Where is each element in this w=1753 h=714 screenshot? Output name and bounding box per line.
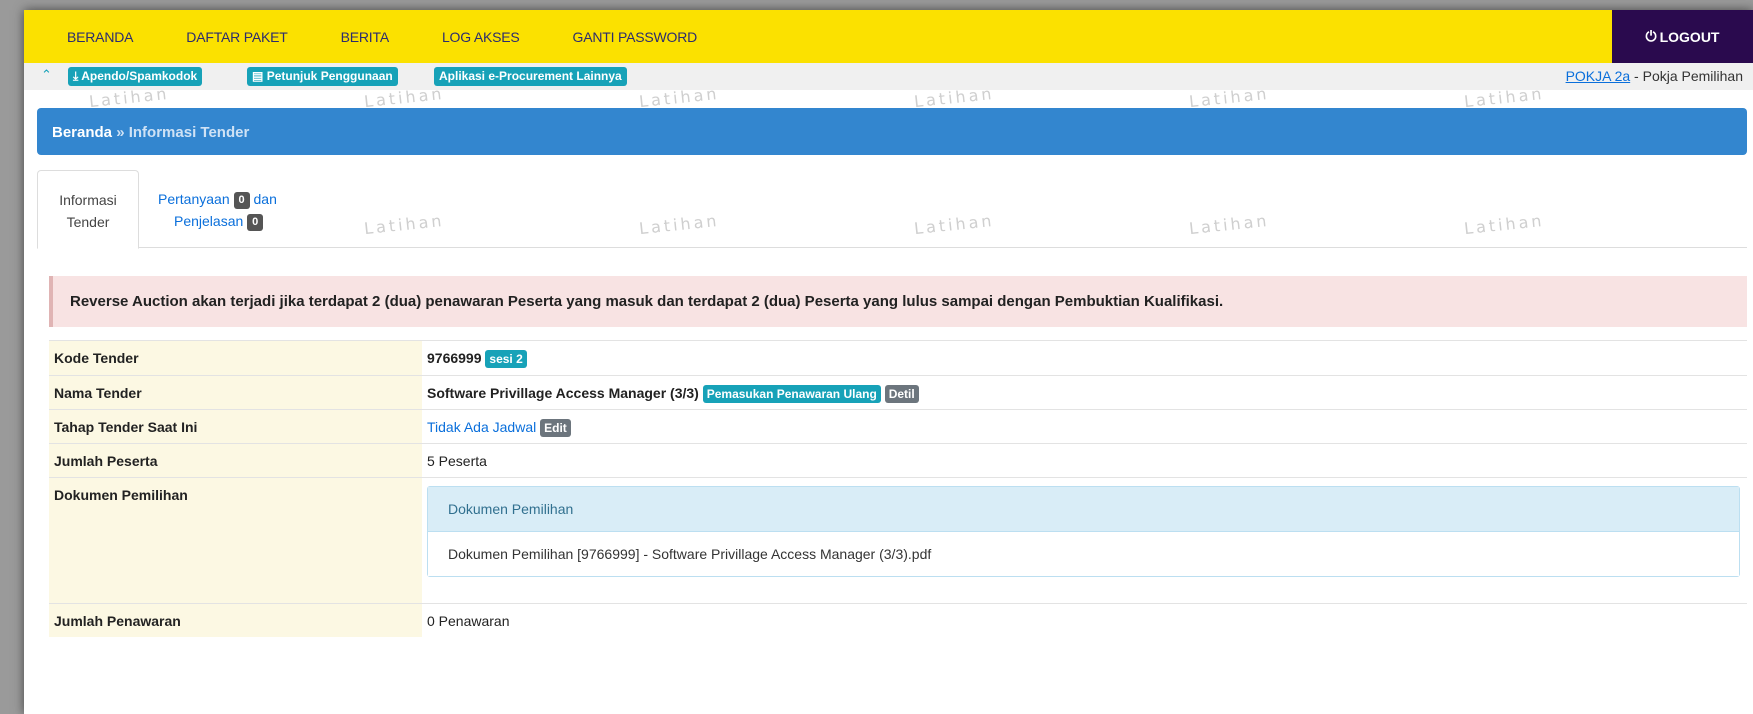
pertanyaan-count-badge: 0 [233, 192, 250, 209]
tab-and-label: dan [253, 191, 277, 207]
jumlah-peserta-value: 5 Peserta [427, 453, 487, 469]
dokumen-pemilihan-label: Dokumen Pemilihan [49, 478, 422, 603]
tab-label-line2: Tender [66, 214, 110, 230]
aplikasi-lainnya-button[interactable]: Aplikasi e-Procurement Lainnya [434, 67, 627, 86]
nav-log-akses[interactable]: LOG AKSES [442, 29, 520, 45]
dokumen-panel-title: Dokumen Pemilihan [428, 487, 1739, 532]
tab-informasi-tender[interactable]: Informasi Tender [37, 170, 139, 249]
breadcrumb: Beranda » Informasi Tender [37, 108, 1747, 155]
reverse-auction-alert: Reverse Auction akan terjadi jika terdap… [49, 276, 1747, 327]
user-link[interactable]: POKJA 2a [1566, 68, 1631, 84]
nama-tender-text: Software Privillage Access Manager (3/3) [427, 385, 699, 401]
secondary-bar: ⌃ ⤓ Apendo/Spamkodok ▤ Petunjuk Pengguna… [24, 63, 1753, 90]
breadcrumb-current: Informasi Tender [128, 124, 250, 141]
detil-button[interactable]: Detil [884, 385, 919, 403]
tahap-tender-label: Tahap Tender Saat Ini [49, 410, 422, 443]
tahap-tender-value: Tidak Ada Jadwal Edit [422, 410, 1747, 443]
dokumen-panel: Dokumen Pemilihan Dokumen Pemilihan [976… [427, 486, 1740, 577]
jadwal-link[interactable]: Tidak Ada Jadwal [427, 419, 536, 435]
table-row: Jumlah Peserta 5 Peserta [49, 443, 1747, 477]
breadcrumb-home[interactable]: Beranda [52, 124, 112, 141]
user-role: - Pokja Pemilihan [1630, 68, 1743, 84]
nama-tender-value: Software Privillage Access Manager (3/3)… [422, 376, 1747, 409]
collapse-chevron-icon[interactable]: ⌃ [41, 67, 52, 83]
logout-label: LOGOUT [1659, 28, 1720, 45]
power-icon: ⏻ [1645, 28, 1657, 44]
apendo-button[interactable]: ⤓ Apendo/Spamkodok [68, 67, 203, 86]
table-row: Jumlah Penawaran 0 Penawaran [49, 603, 1747, 637]
table-row: Kode Tender 9766999 sesi 2 [49, 340, 1747, 375]
aplikasi-label: Aplikasi e-Procurement Lainnya [439, 69, 622, 83]
status-badge: Pemasukan Penawaran Ulang [702, 385, 881, 403]
penjelasan-count-badge: 0 [247, 214, 264, 231]
main-menu: BERANDA DAFTAR PAKET BERITA LOG AKSES GA… [67, 10, 750, 63]
tab-label-line1: Informasi [59, 192, 117, 208]
table-row: Tahap Tender Saat Ini Tidak Ada Jadwal E… [49, 409, 1747, 443]
kode-tender-value: 9766999 sesi 2 [422, 341, 1747, 375]
tab-pertanyaan-label: Pertanyaan [158, 191, 230, 207]
tender-info-table: Kode Tender 9766999 sesi 2 Nama Tender S… [49, 340, 1747, 637]
nav-daftar-paket[interactable]: DAFTAR PAKET [186, 29, 288, 45]
kode-tender-label: Kode Tender [49, 341, 422, 375]
logout-button[interactable]: ⏻ LOGOUT [1612, 10, 1753, 63]
breadcrumb-separator: » [112, 124, 129, 141]
jumlah-penawaran-label: Jumlah Penawaran [49, 604, 422, 637]
petunjuk-label: Petunjuk Penggunaan [266, 69, 393, 83]
app-window: BERANDA DAFTAR PAKET BERITA LOG AKSES GA… [24, 10, 1753, 714]
table-row: Nama Tender Software Privillage Access M… [49, 375, 1747, 409]
kode-tender-number: 9766999 [427, 350, 482, 366]
nav-beranda[interactable]: BERANDA [67, 29, 133, 45]
jumlah-peserta-label: Jumlah Peserta [49, 444, 422, 477]
user-info: POKJA 2a - Pokja Pemilihan [1566, 68, 1743, 84]
download-icon: ⤓ [73, 69, 79, 83]
tab-pertanyaan-penjelasan[interactable]: Pertanyaan 0 dan Penjelasan 0 [158, 188, 277, 232]
apendo-label: Apendo/Spamkodok [81, 69, 198, 83]
tab-penjelasan-label: Penjelasan [174, 213, 244, 229]
nav-ganti-password[interactable]: GANTI PASSWORD [573, 29, 698, 45]
jumlah-penawaran-value: 0 Penawaran [427, 613, 510, 629]
nav-berita[interactable]: BERITA [341, 29, 390, 45]
dokumen-pemilihan-value: Dokumen Pemilihan Dokumen Pemilihan [976… [422, 478, 1747, 603]
sesi-badge: sesi 2 [485, 350, 527, 368]
tab-bar: Informasi Tender Pertanyaan 0 dan Penjel… [37, 170, 1747, 249]
table-row: Dokumen Pemilihan Dokumen Pemilihan Doku… [49, 477, 1747, 603]
book-icon: ▤ [252, 69, 264, 83]
nama-tender-label: Nama Tender [49, 376, 422, 409]
dokumen-file-link[interactable]: Dokumen Pemilihan [9766999] - Software P… [428, 532, 1739, 576]
top-navbar: BERANDA DAFTAR PAKET BERITA LOG AKSES GA… [24, 10, 1753, 63]
edit-button[interactable]: Edit [540, 419, 571, 437]
petunjuk-button[interactable]: ▤ Petunjuk Penggunaan [247, 67, 398, 86]
